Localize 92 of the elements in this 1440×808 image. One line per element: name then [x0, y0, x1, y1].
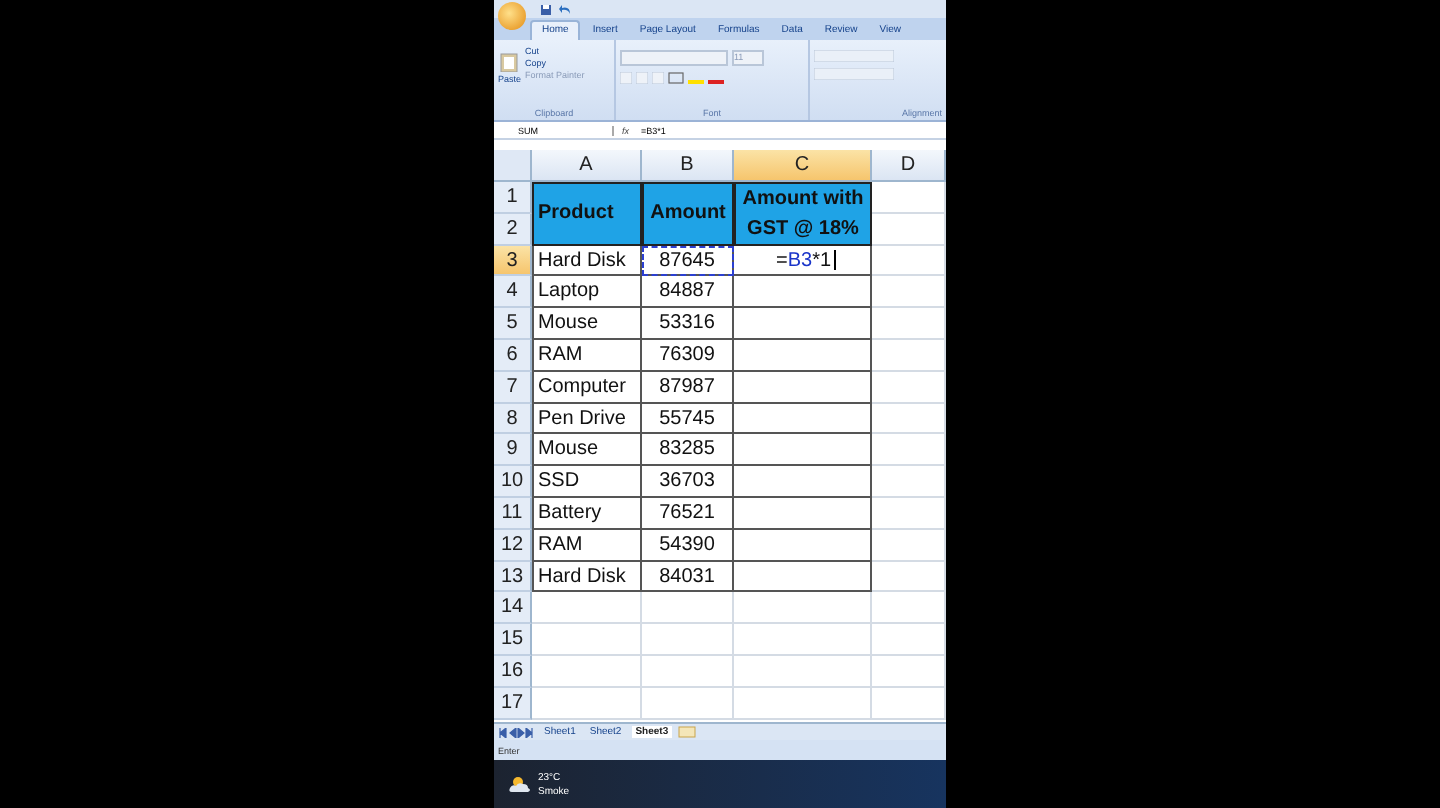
- empty-cell: [872, 308, 946, 340]
- row-header[interactable]: 12: [494, 529, 532, 562]
- empty-cell: [872, 529, 946, 562]
- empty-cell: [642, 592, 734, 625]
- row-header[interactable]: 11: [494, 497, 532, 530]
- empty-cell: [872, 276, 946, 309]
- empty-cell: [734, 561, 872, 593]
- empty-cell: [734, 308, 872, 340]
- empty-cell: [734, 434, 872, 467]
- undo-icon[interactable]: [558, 3, 572, 15]
- row-header[interactable]: 2: [494, 213, 532, 246]
- office-button[interactable]: [498, 1, 526, 29]
- table-cell: SSD: [532, 466, 642, 498]
- table-cell: Hard Disk: [532, 561, 642, 593]
- table-cell: 36703: [642, 466, 734, 498]
- table-cell: 83285: [642, 434, 734, 467]
- table-cell: 55745: [642, 403, 734, 435]
- empty-cell: [734, 592, 872, 625]
- empty-cell: [872, 403, 946, 435]
- sheet-navigation-icons[interactable]: [498, 727, 534, 737]
- empty-cell: [872, 339, 946, 372]
- empty-cell: [734, 624, 872, 656]
- table-cell: Pen Drive: [532, 403, 642, 435]
- table-cell: 54390: [642, 529, 734, 562]
- select-all-corner[interactable]: [494, 150, 532, 182]
- empty-cell: [734, 466, 872, 498]
- column-header[interactable]: B: [642, 150, 734, 182]
- empty-cell: [734, 276, 872, 309]
- clipboard-icon: [500, 52, 519, 72]
- empty-cell: [734, 339, 872, 372]
- empty-cell: [872, 245, 946, 277]
- row-header[interactable]: 14: [494, 592, 532, 625]
- insert-sheet-icon[interactable]: [678, 726, 697, 738]
- empty-cell: [872, 561, 946, 593]
- empty-cell: [642, 687, 734, 720]
- row-header[interactable]: 17: [494, 687, 532, 720]
- table-header-cell: Amount: [642, 182, 734, 246]
- empty-cell: [872, 687, 946, 720]
- table-cell: 84887: [642, 276, 734, 309]
- row-header[interactable]: 5: [494, 308, 532, 340]
- row-header[interactable]: 15: [494, 624, 532, 656]
- empty-cell: [872, 213, 946, 246]
- empty-cell: [734, 687, 872, 720]
- row-header[interactable]: 3: [494, 245, 532, 277]
- empty-cell: [872, 592, 946, 625]
- empty-cell: [872, 434, 946, 467]
- empty-cell: [872, 466, 946, 498]
- row-header[interactable]: 6: [494, 339, 532, 372]
- empty-cell: [872, 497, 946, 530]
- empty-cell: [734, 403, 872, 435]
- row-header[interactable]: 16: [494, 655, 532, 688]
- save-icon[interactable]: [540, 3, 552, 15]
- font-name-field[interactable]: [620, 50, 728, 66]
- table-cell: 76521: [642, 497, 734, 530]
- table-cell: RAM: [532, 529, 642, 562]
- empty-cell: [734, 371, 872, 404]
- table-cell: 87987: [642, 371, 734, 404]
- row-header[interactable]: 9: [494, 434, 532, 467]
- row-header[interactable]: 7: [494, 371, 532, 404]
- column-header[interactable]: A: [532, 150, 642, 182]
- table-cell: 76309: [642, 339, 734, 372]
- row-header[interactable]: 4: [494, 276, 532, 309]
- empty-cell: [872, 624, 946, 656]
- empty-cell: [872, 182, 946, 214]
- table-header-cell: Product: [532, 182, 642, 246]
- table-cell: RAM: [532, 339, 642, 372]
- borders-icon[interactable]: [668, 72, 684, 84]
- table-cell: Mouse: [532, 434, 642, 467]
- weather-cloud-icon: [508, 774, 532, 794]
- table-cell: Hard Disk: [532, 245, 642, 277]
- row-header[interactable]: 1: [494, 182, 532, 214]
- formula-input-cell[interactable]: =B3*1: [734, 245, 872, 277]
- empty-cell: [642, 655, 734, 688]
- empty-cell: [734, 529, 872, 562]
- table-cell: 53316: [642, 308, 734, 340]
- table-cell: 84031: [642, 561, 734, 593]
- table-cell: Computer: [532, 371, 642, 404]
- table-cell: 87645: [642, 245, 734, 277]
- column-header[interactable]: C: [734, 150, 872, 182]
- table-cell: Laptop: [532, 276, 642, 309]
- empty-cell: [642, 624, 734, 656]
- empty-cell: [734, 497, 872, 530]
- column-header[interactable]: D: [872, 150, 946, 182]
- table-header-cell: Amount with GST @ 18%: [734, 182, 872, 246]
- empty-cell: [872, 655, 946, 688]
- empty-cell: [734, 655, 872, 688]
- table-cell: Mouse: [532, 308, 642, 340]
- table-cell: Battery: [532, 497, 642, 530]
- row-header[interactable]: 8: [494, 403, 532, 435]
- row-header[interactable]: 10: [494, 466, 532, 498]
- row-header[interactable]: 13: [494, 561, 532, 593]
- empty-cell: [872, 371, 946, 404]
